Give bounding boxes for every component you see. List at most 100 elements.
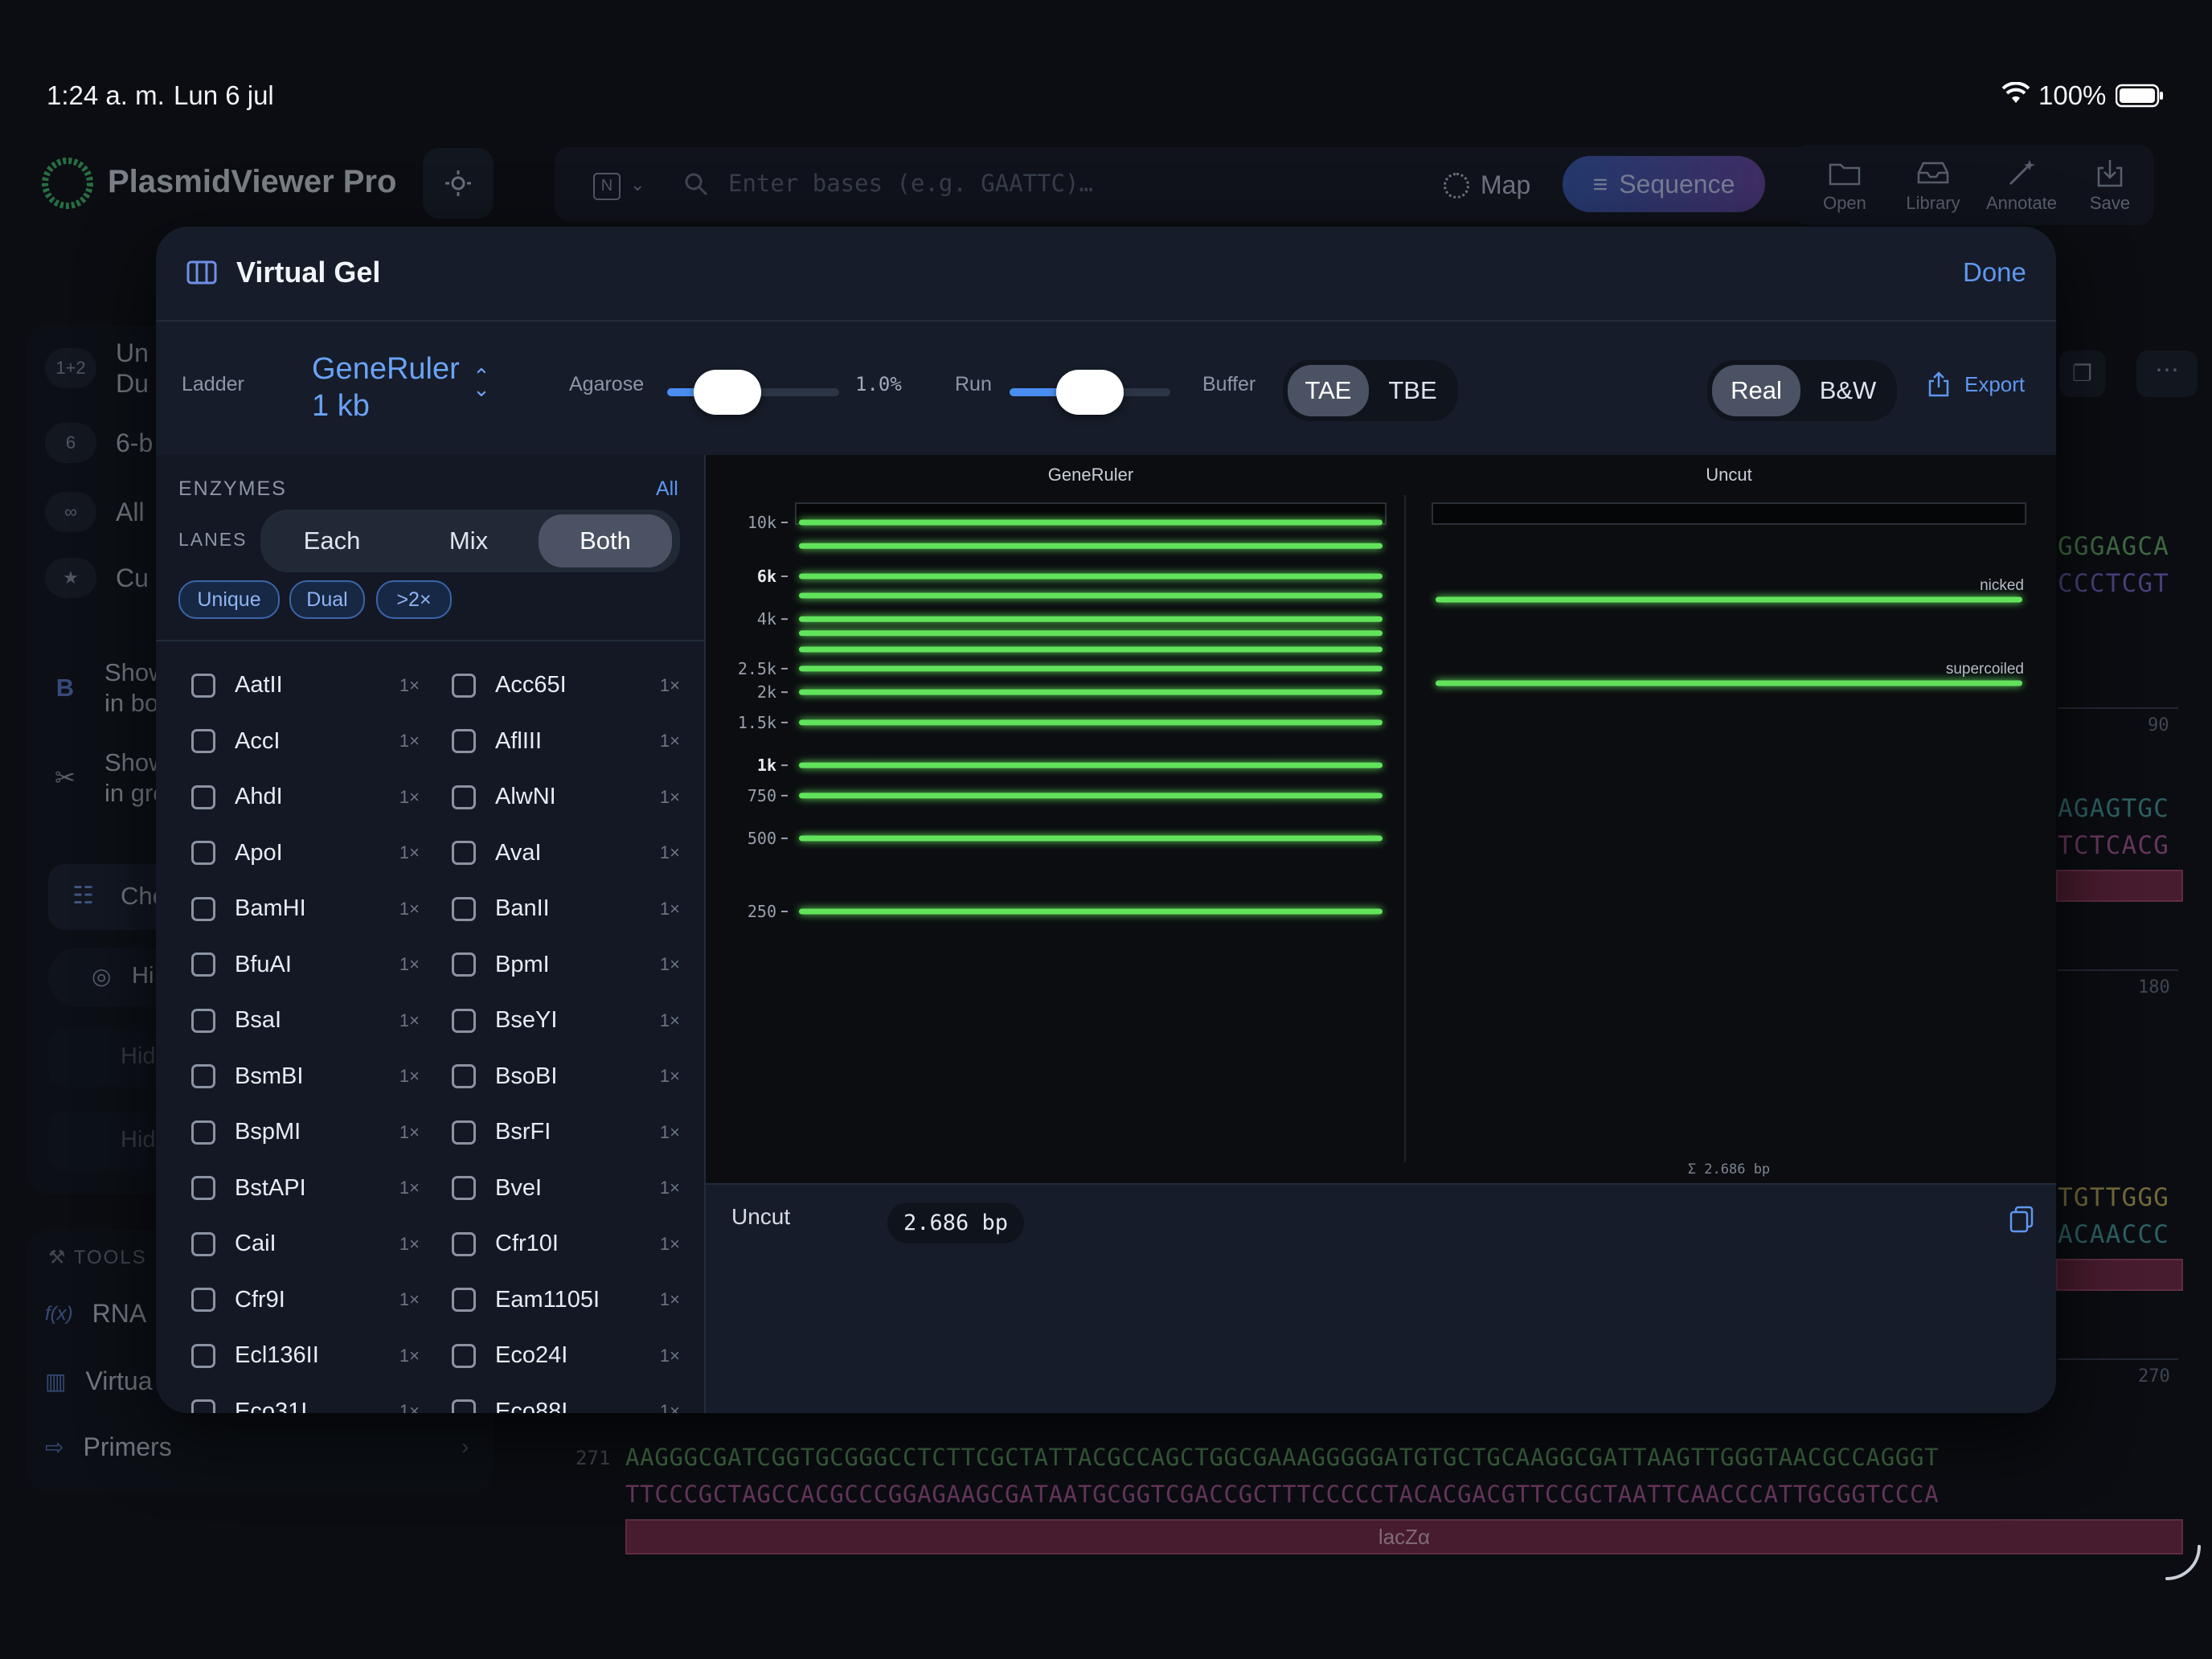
enzyme-checkbox[interactable] (452, 729, 476, 753)
enzyme-item[interactable]: BveI 1× (452, 1175, 680, 1202)
enzyme-item[interactable]: Acc65I 1× (452, 672, 680, 698)
enzyme-item[interactable]: AlwNI 1× (452, 784, 680, 810)
enzyme-item[interactable]: BanII 1× (452, 895, 680, 922)
enzyme-checkbox[interactable] (452, 1064, 476, 1088)
lanes-option-each[interactable]: Each (265, 514, 399, 567)
enzyme-item[interactable]: CaiI 1× (191, 1231, 420, 1257)
sequence-bottom-strand[interactable]: TTCCCGCTAGCCACGCCCGGAGAAGCGATAATGCGGTCGA… (625, 1481, 1939, 1508)
enzyme-checkbox[interactable] (191, 1231, 215, 1256)
enzyme-checkbox[interactable] (191, 952, 215, 977)
render-option-bw[interactable]: B&W (1804, 365, 1892, 416)
enzyme-item[interactable]: BsaI 1× (191, 1007, 420, 1034)
enzyme-checkbox[interactable] (452, 1176, 476, 1200)
render-option-real[interactable]: Real (1712, 365, 1800, 416)
enzyme-item[interactable]: AflIII 1× (452, 728, 680, 755)
enzyme-item[interactable]: AatII 1× (191, 672, 420, 698)
tool-rna[interactable]: f(x) RNA (45, 1299, 146, 1329)
enzyme-checkbox[interactable] (191, 1288, 215, 1312)
sidebar-item-6-cutters[interactable]: 6 6-b (45, 423, 153, 463)
enzyme-item[interactable]: BstAPI 1× (191, 1175, 420, 1202)
enzyme-item[interactable]: BamHI 1× (191, 895, 420, 922)
enzyme-checkbox[interactable] (191, 1176, 215, 1200)
enzyme-item[interactable]: AhdI 1× (191, 784, 420, 810)
feature-bar[interactable] (2056, 870, 2183, 902)
enzyme-item[interactable]: Eco31I 1× (191, 1399, 420, 1413)
enzyme-checkbox[interactable] (191, 1399, 215, 1413)
lanes-option-both[interactable]: Both (539, 514, 672, 567)
open-button[interactable]: Open (1800, 153, 1889, 214)
show-green-toggle[interactable]: ✂ Show in gre (45, 748, 167, 809)
export-button[interactable]: Export (1927, 371, 2025, 397)
enzyme-item[interactable]: AvaI 1× (452, 840, 680, 866)
enzyme-item[interactable]: ApoI 1× (191, 840, 420, 866)
enzyme-item[interactable]: BpmI 1× (452, 952, 680, 978)
theme-toggle-button[interactable] (423, 148, 494, 219)
enzyme-item[interactable]: BsoBI 1× (452, 1063, 680, 1090)
enzyme-checkbox[interactable] (452, 1008, 476, 1033)
enzyme-checkbox[interactable] (191, 729, 215, 753)
enzyme-checkbox[interactable] (191, 1064, 215, 1088)
enzyme-item[interactable]: BseYI 1× (452, 1007, 680, 1034)
more-button[interactable]: ⋯ (2136, 350, 2198, 397)
enzyme-checkbox[interactable] (452, 1288, 476, 1312)
save-button[interactable]: Save (2066, 153, 2154, 214)
copy-lane-button[interactable] (2009, 1206, 2034, 1237)
filter-more-than-2[interactable]: >2× (376, 580, 452, 619)
view-sequence-button[interactable]: ≡ Sequence (1563, 156, 1765, 212)
enzyme-checkbox[interactable] (191, 673, 215, 698)
buffer-option-tbe[interactable]: TBE (1372, 365, 1453, 416)
enzyme-checkbox[interactable] (452, 673, 476, 698)
enzyme-item[interactable]: Eam1105I 1× (452, 1287, 680, 1313)
search-mode-picker[interactable]: N (593, 173, 621, 200)
slider-thumb[interactable] (1056, 370, 1124, 415)
enzyme-item[interactable]: BsmBI 1× (191, 1063, 420, 1090)
enzyme-checkbox[interactable] (191, 896, 215, 921)
enzyme-item[interactable]: BspMI 1× (191, 1119, 420, 1145)
enzyme-checkbox[interactable] (452, 1399, 476, 1413)
enzyme-item[interactable]: BfuAI 1× (191, 952, 420, 978)
search-input[interactable]: Enter bases (e.g. GAATTC)… (728, 170, 1093, 197)
enzyme-item[interactable]: Ecl136II 1× (191, 1342, 420, 1369)
enzyme-checkbox[interactable] (452, 952, 476, 977)
copy-button[interactable]: ❐ (2059, 350, 2106, 397)
run-slider[interactable] (1010, 370, 1170, 415)
enzyme-checkbox[interactable] (452, 1231, 476, 1256)
enzyme-checkbox[interactable] (191, 784, 215, 809)
library-button[interactable]: Library (1889, 153, 1977, 214)
filter-dual[interactable]: Dual (289, 580, 365, 619)
enzyme-item[interactable]: AccI 1× (191, 728, 420, 755)
sidebar-item-custom[interactable]: ★ Cu (45, 558, 149, 598)
view-map-button[interactable]: Map (1444, 170, 1530, 200)
sidebar-item-digest[interactable]: 1+2 Un Du (45, 338, 149, 399)
filter-unique[interactable]: Unique (178, 580, 280, 619)
enzyme-checkbox[interactable] (452, 1343, 476, 1368)
enzyme-checkbox[interactable] (191, 1008, 215, 1033)
feature-bar[interactable] (2056, 1259, 2183, 1291)
enzyme-checkbox[interactable] (191, 1120, 215, 1145)
slider-thumb[interactable] (693, 370, 761, 415)
enzyme-checkbox[interactable] (191, 841, 215, 865)
show-bold-toggle[interactable]: B Show in bo (45, 657, 167, 719)
enzyme-item[interactable]: Eco24I 1× (452, 1342, 680, 1369)
enzyme-item[interactable]: Cfr9I 1× (191, 1287, 420, 1313)
select-all-button[interactable]: All (656, 477, 678, 501)
tool-virtual-gel[interactable]: ▥ Virtua (45, 1366, 152, 1396)
enzyme-item[interactable]: Eco88I 1× (452, 1399, 680, 1413)
buffer-option-tae[interactable]: TAE (1288, 365, 1369, 416)
ladder-picker[interactable]: GeneRuler 1 kb (312, 350, 460, 424)
annotate-button[interactable]: Annotate (1977, 153, 2066, 214)
enzyme-item[interactable]: Cfr10I 1× (452, 1231, 680, 1257)
enzyme-checkbox[interactable] (191, 1343, 215, 1368)
lanes-option-mix[interactable]: Mix (402, 514, 535, 567)
sequence-top-strand[interactable]: AAGGGCGATCGGTGCGGGCCTCTTCGCTATTACGCCAGCT… (625, 1444, 1939, 1471)
tool-primers[interactable]: ⇨ Primers (45, 1432, 172, 1462)
enzyme-item[interactable]: BsrFI 1× (452, 1119, 680, 1145)
enzyme-checkbox[interactable] (452, 1120, 476, 1145)
done-button[interactable]: Done (1963, 257, 2026, 288)
sidebar-item-all[interactable]: ∞ All (45, 492, 145, 532)
feature-lacz[interactable]: lacZα (625, 1519, 2183, 1555)
agarose-slider[interactable] (667, 370, 839, 415)
enzyme-checkbox[interactable] (452, 784, 476, 809)
enzyme-checkbox[interactable] (452, 841, 476, 865)
enzyme-checkbox[interactable] (452, 896, 476, 921)
